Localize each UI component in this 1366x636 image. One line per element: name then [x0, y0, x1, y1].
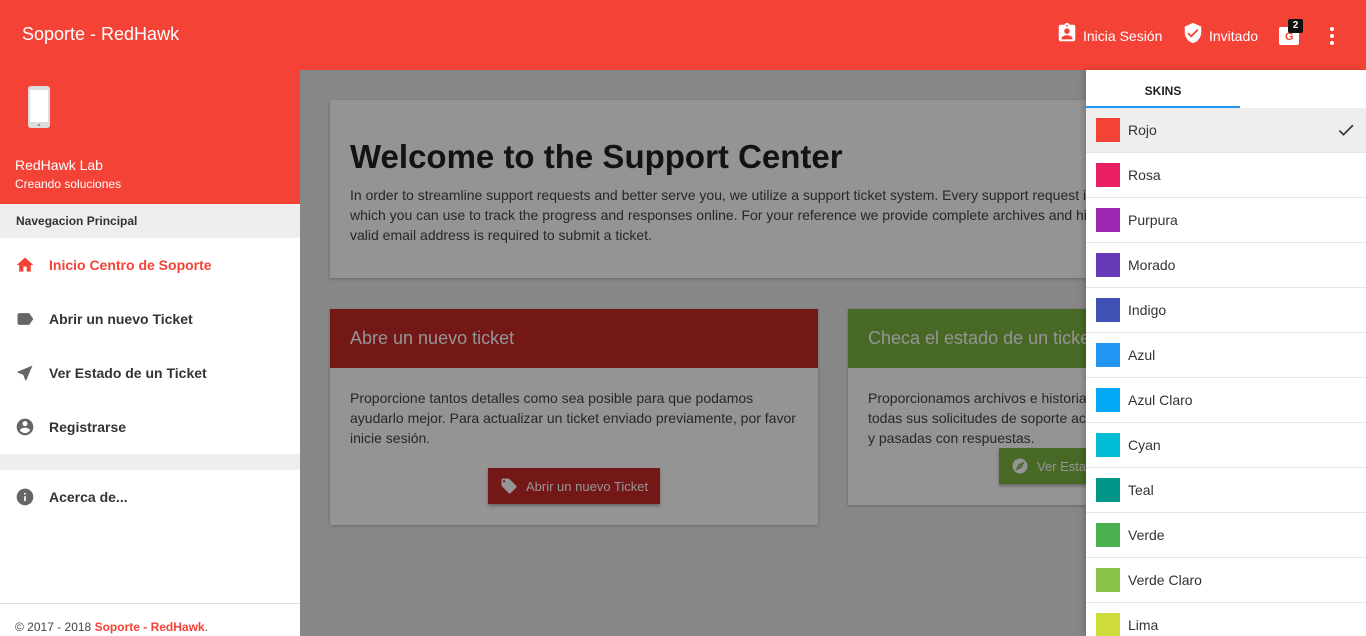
skin-label: Azul Claro	[1128, 392, 1193, 408]
skin-option[interactable]: Indigo	[1086, 288, 1366, 333]
translate-button[interactable]: G 2	[1277, 19, 1303, 50]
color-swatch	[1096, 343, 1120, 367]
sidebar-item-label: Registrarse	[49, 419, 127, 435]
skin-option[interactable]: Rojo	[1086, 108, 1366, 153]
drawer-header: RedHawk Lab Creando soluciones	[0, 70, 300, 204]
org-name: RedHawk Lab	[15, 157, 103, 173]
skin-label: Morado	[1128, 257, 1176, 273]
skin-label: Purpura	[1128, 212, 1178, 228]
top-app-bar: Soporte - RedHawk Inicia Sesión Invitado…	[0, 0, 1366, 70]
skins-panel: SKINS Rojo Rosa Purpura Morado Indigo Azul Azu…	[1086, 70, 1366, 636]
skin-label: Verde	[1128, 527, 1165, 543]
copyright-text: © 2017 - 2018	[15, 620, 95, 634]
sidebar-item-new-ticket[interactable]: Abrir un nuevo Ticket	[0, 292, 300, 346]
login-label: Inicia Sesión	[1083, 28, 1163, 44]
color-swatch	[1096, 523, 1120, 547]
sidebar-item-register[interactable]: Registrarse	[0, 400, 300, 454]
check-icon	[1338, 124, 1354, 136]
skin-label: Lima	[1128, 617, 1159, 633]
footer-link[interactable]: Soporte - RedHawk	[95, 620, 205, 634]
skin-label: Verde Claro	[1128, 572, 1202, 588]
modal-backdrop[interactable]	[300, 70, 1086, 636]
sidebar-item-ticket-status[interactable]: Ver Estado de un Ticket	[0, 346, 300, 400]
skin-option[interactable]: Morado	[1086, 243, 1366, 288]
color-swatch	[1096, 613, 1120, 636]
label-icon	[17, 313, 34, 325]
skin-option[interactable]: Teal	[1086, 468, 1366, 513]
navigation-icon	[17, 365, 33, 381]
skin-option[interactable]: Verde	[1086, 513, 1366, 558]
color-swatch	[1096, 253, 1120, 277]
guest-label: Invitado	[1209, 28, 1259, 44]
sidebar-item-home[interactable]: Inicio Centro de Soporte	[0, 238, 300, 292]
org-tagline: Creando soluciones	[15, 177, 122, 191]
drawer-footer: © 2017 - 2018 Soporte - RedHawk.	[0, 603, 300, 636]
skin-label: Rosa	[1128, 167, 1161, 183]
skin-option[interactable]: Rosa	[1086, 153, 1366, 198]
guest-button[interactable]: Invitado	[1182, 22, 1258, 44]
sidebar-item-label: Inicio Centro de Soporte	[49, 257, 212, 273]
skin-label: Teal	[1128, 482, 1154, 498]
footer-suffix: .	[204, 620, 208, 634]
sidebar-divider	[0, 454, 300, 470]
color-swatch	[1096, 478, 1120, 502]
color-swatch	[1096, 298, 1120, 322]
sidebar-item-label: Acerca de...	[49, 489, 128, 505]
color-swatch	[1096, 568, 1120, 592]
color-swatch	[1096, 388, 1120, 412]
sidebar-item-label: Abrir un nuevo Ticket	[49, 311, 193, 327]
tab-skins[interactable]: SKINS	[1086, 70, 1240, 108]
more-vert-icon[interactable]	[1320, 24, 1344, 48]
info-icon	[16, 488, 34, 506]
color-swatch	[1096, 433, 1120, 457]
skin-option[interactable]: Azul Claro	[1086, 378, 1366, 423]
skin-label: Rojo	[1128, 122, 1157, 138]
color-swatch	[1096, 163, 1120, 187]
account-circle-icon	[16, 418, 34, 436]
sidebar-item-about[interactable]: Acerca de...	[0, 470, 300, 524]
skin-option[interactable]: Lima	[1086, 603, 1366, 636]
skin-label: Indigo	[1128, 302, 1167, 318]
login-button[interactable]: Inicia Sesión	[1056, 22, 1162, 44]
skins-list: Rojo Rosa Purpura Morado Indigo Azul Azul Clar…	[1086, 108, 1366, 636]
skin-option[interactable]: Purpura	[1086, 198, 1366, 243]
skin-label: Azul	[1128, 347, 1156, 363]
smartphone-icon	[28, 86, 50, 128]
color-swatch	[1096, 118, 1120, 142]
navigation-drawer: RedHawk Lab Creando soluciones Navegacio…	[0, 70, 300, 636]
notification-badge: 2	[1288, 19, 1303, 33]
home-icon	[16, 257, 34, 272]
skin-option[interactable]: Azul	[1086, 333, 1366, 378]
verified-user-icon	[1184, 22, 1202, 44]
contact-mail-icon	[1058, 22, 1076, 42]
sidebar-item-label: Ver Estado de un Ticket	[49, 365, 207, 381]
nav-section-title: Navegacion Principal	[0, 204, 300, 238]
skin-option[interactable]: Cyan	[1086, 423, 1366, 468]
color-swatch	[1096, 208, 1120, 232]
app-title[interactable]: Soporte - RedHawk	[22, 24, 179, 45]
skin-option[interactable]: Verde Claro	[1086, 558, 1366, 603]
skin-label: Cyan	[1128, 437, 1161, 453]
